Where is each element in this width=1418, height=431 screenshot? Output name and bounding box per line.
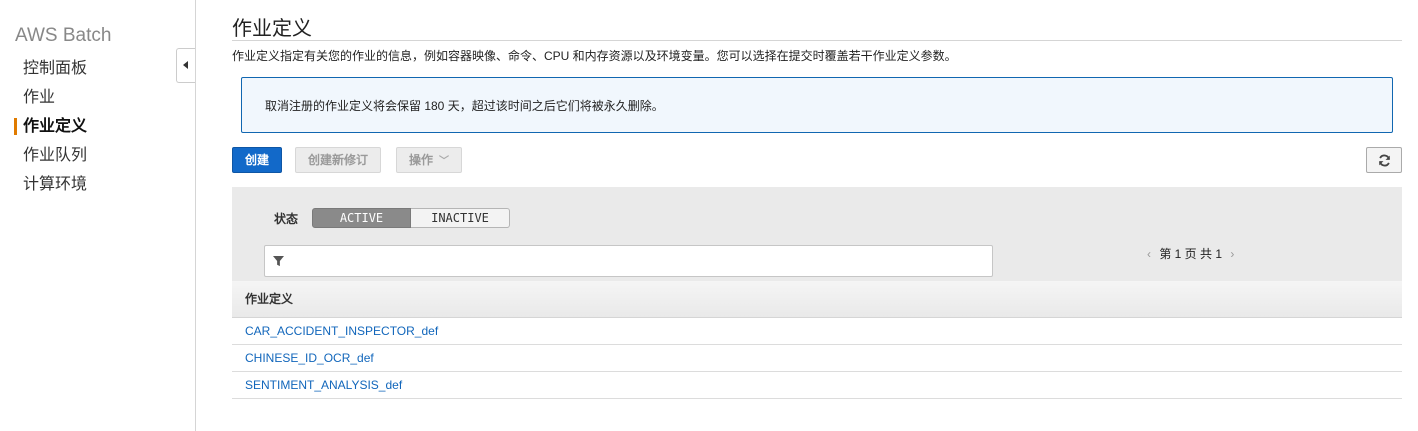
- actions-dropdown[interactable]: 操作 ﹀: [396, 147, 463, 173]
- status-label: 状态: [274, 212, 299, 226]
- sidebar: AWS Batch 控制面板 作业 作业定义 作业队列 计算环境: [0, 0, 196, 431]
- job-definition-link[interactable]: CHINESE_ID_OCR_def: [245, 351, 374, 365]
- sidebar-nav: 控制面板 作业 作业定义 作业队列 计算环境: [0, 56, 195, 201]
- search-input[interactable]: [289, 250, 983, 274]
- table-row: CHINESE_ID_OCR_def: [232, 345, 1402, 372]
- sidebar-collapse-button[interactable]: [176, 48, 195, 83]
- sidebar-item-dashboard[interactable]: 控制面板: [0, 56, 195, 85]
- pagination: ‹ 第 1 页 共 1 ›: [1142, 245, 1239, 263]
- job-definition-link[interactable]: CAR_ACCIDENT_INSPECTOR_def: [245, 324, 438, 338]
- page-description: 作业定义指定有关您的作业的信息，例如容器映像、命令、CPU 和内存资源以及环境变…: [232, 49, 957, 63]
- filter-icon: [273, 256, 284, 267]
- service-title: AWS Batch: [15, 25, 112, 46]
- sidebar-item-job-queues[interactable]: 作业队列: [0, 143, 195, 172]
- sidebar-item-compute-environments[interactable]: 计算环境: [0, 172, 195, 201]
- filter-panel: 状态 ACTIVE INACTIVE ‹ 第 1 页 共 1 ›: [232, 187, 1402, 281]
- job-definitions-table: 作业定义 CAR_ACCIDENT_INSPECTOR_def CHINESE_…: [232, 281, 1402, 399]
- create-button[interactable]: 创建: [232, 147, 283, 173]
- refresh-icon: [1379, 154, 1390, 167]
- column-header-job-definition[interactable]: 作业定义: [232, 281, 1402, 318]
- info-alert: 取消注册的作业定义将会保留 180 天，超过该时间之后它们将被永久删除。: [241, 77, 1393, 133]
- status-toggle-inactive[interactable]: INACTIVE: [411, 208, 510, 228]
- sidebar-item-jobs[interactable]: 作业: [0, 85, 195, 114]
- table-row: SENTIMENT_ANALYSIS_def: [232, 372, 1402, 399]
- caret-left-icon: [183, 61, 188, 69]
- chevron-right-icon[interactable]: ›: [1225, 247, 1239, 261]
- job-definition-link[interactable]: SENTIMENT_ANALYSIS_def: [245, 378, 402, 392]
- table-row: CAR_ACCIDENT_INSPECTOR_def: [232, 318, 1402, 345]
- status-toggle-active[interactable]: ACTIVE: [312, 208, 411, 228]
- chevron-left-icon[interactable]: ‹: [1142, 247, 1156, 261]
- info-alert-text: 取消注册的作业定义将会保留 180 天，超过该时间之后它们将被永久删除。: [265, 99, 664, 113]
- pagination-text: 第 1 页 共 1: [1159, 247, 1223, 261]
- sidebar-item-job-definitions[interactable]: 作业定义: [0, 114, 195, 143]
- actions-dropdown-label: 操作: [409, 153, 434, 167]
- title-divider: [232, 40, 1402, 41]
- create-revision-button[interactable]: 创建新修订: [295, 147, 382, 173]
- page-title: 作业定义: [232, 18, 312, 40]
- refresh-button[interactable]: [1366, 147, 1402, 173]
- chevron-down-icon: ﹀: [439, 156, 450, 167]
- search-filter: [264, 245, 993, 277]
